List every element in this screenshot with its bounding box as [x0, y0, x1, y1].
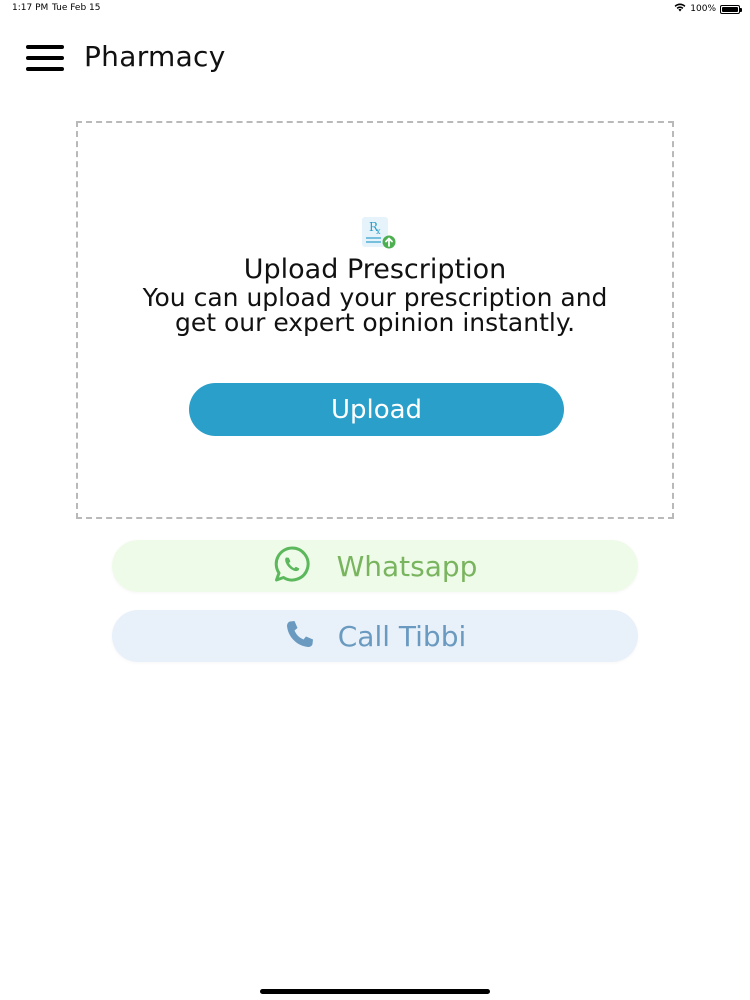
upload-button[interactable]: Upload [189, 383, 564, 436]
battery-icon [720, 4, 742, 14]
wifi-icon [674, 3, 686, 15]
call-tibbi-button[interactable]: Call Tibbi [112, 610, 638, 662]
hamburger-menu-icon[interactable] [26, 44, 64, 72]
upload-description: You can upload your prescription and get… [142, 283, 608, 337]
whatsapp-button[interactable]: Whatsapp [112, 540, 638, 592]
status-indicators: 100% [674, 3, 742, 15]
upload-heading: Upload Prescription [243, 254, 507, 285]
battery-percent: 100% [690, 4, 716, 14]
prescription-upload-icon: R x [359, 215, 399, 251]
whatsapp-icon [273, 545, 311, 587]
call-tibbi-label: Call Tibbi [337, 619, 467, 653]
app-header: Pharmacy [0, 36, 750, 80]
status-time: 1:17 PM [12, 3, 49, 13]
page-title: Pharmacy [84, 40, 226, 73]
phone-icon [284, 618, 316, 654]
home-indicator[interactable] [260, 989, 490, 994]
status-date: Tue Feb 15 [52, 3, 101, 13]
svg-text:x: x [376, 227, 381, 236]
status-bar: 1:17 PM Tue Feb 15 100% [0, 0, 750, 20]
whatsapp-label: Whatsapp [336, 549, 478, 583]
upload-prescription-card: R x Upload Prescription You can upload y… [76, 121, 674, 519]
